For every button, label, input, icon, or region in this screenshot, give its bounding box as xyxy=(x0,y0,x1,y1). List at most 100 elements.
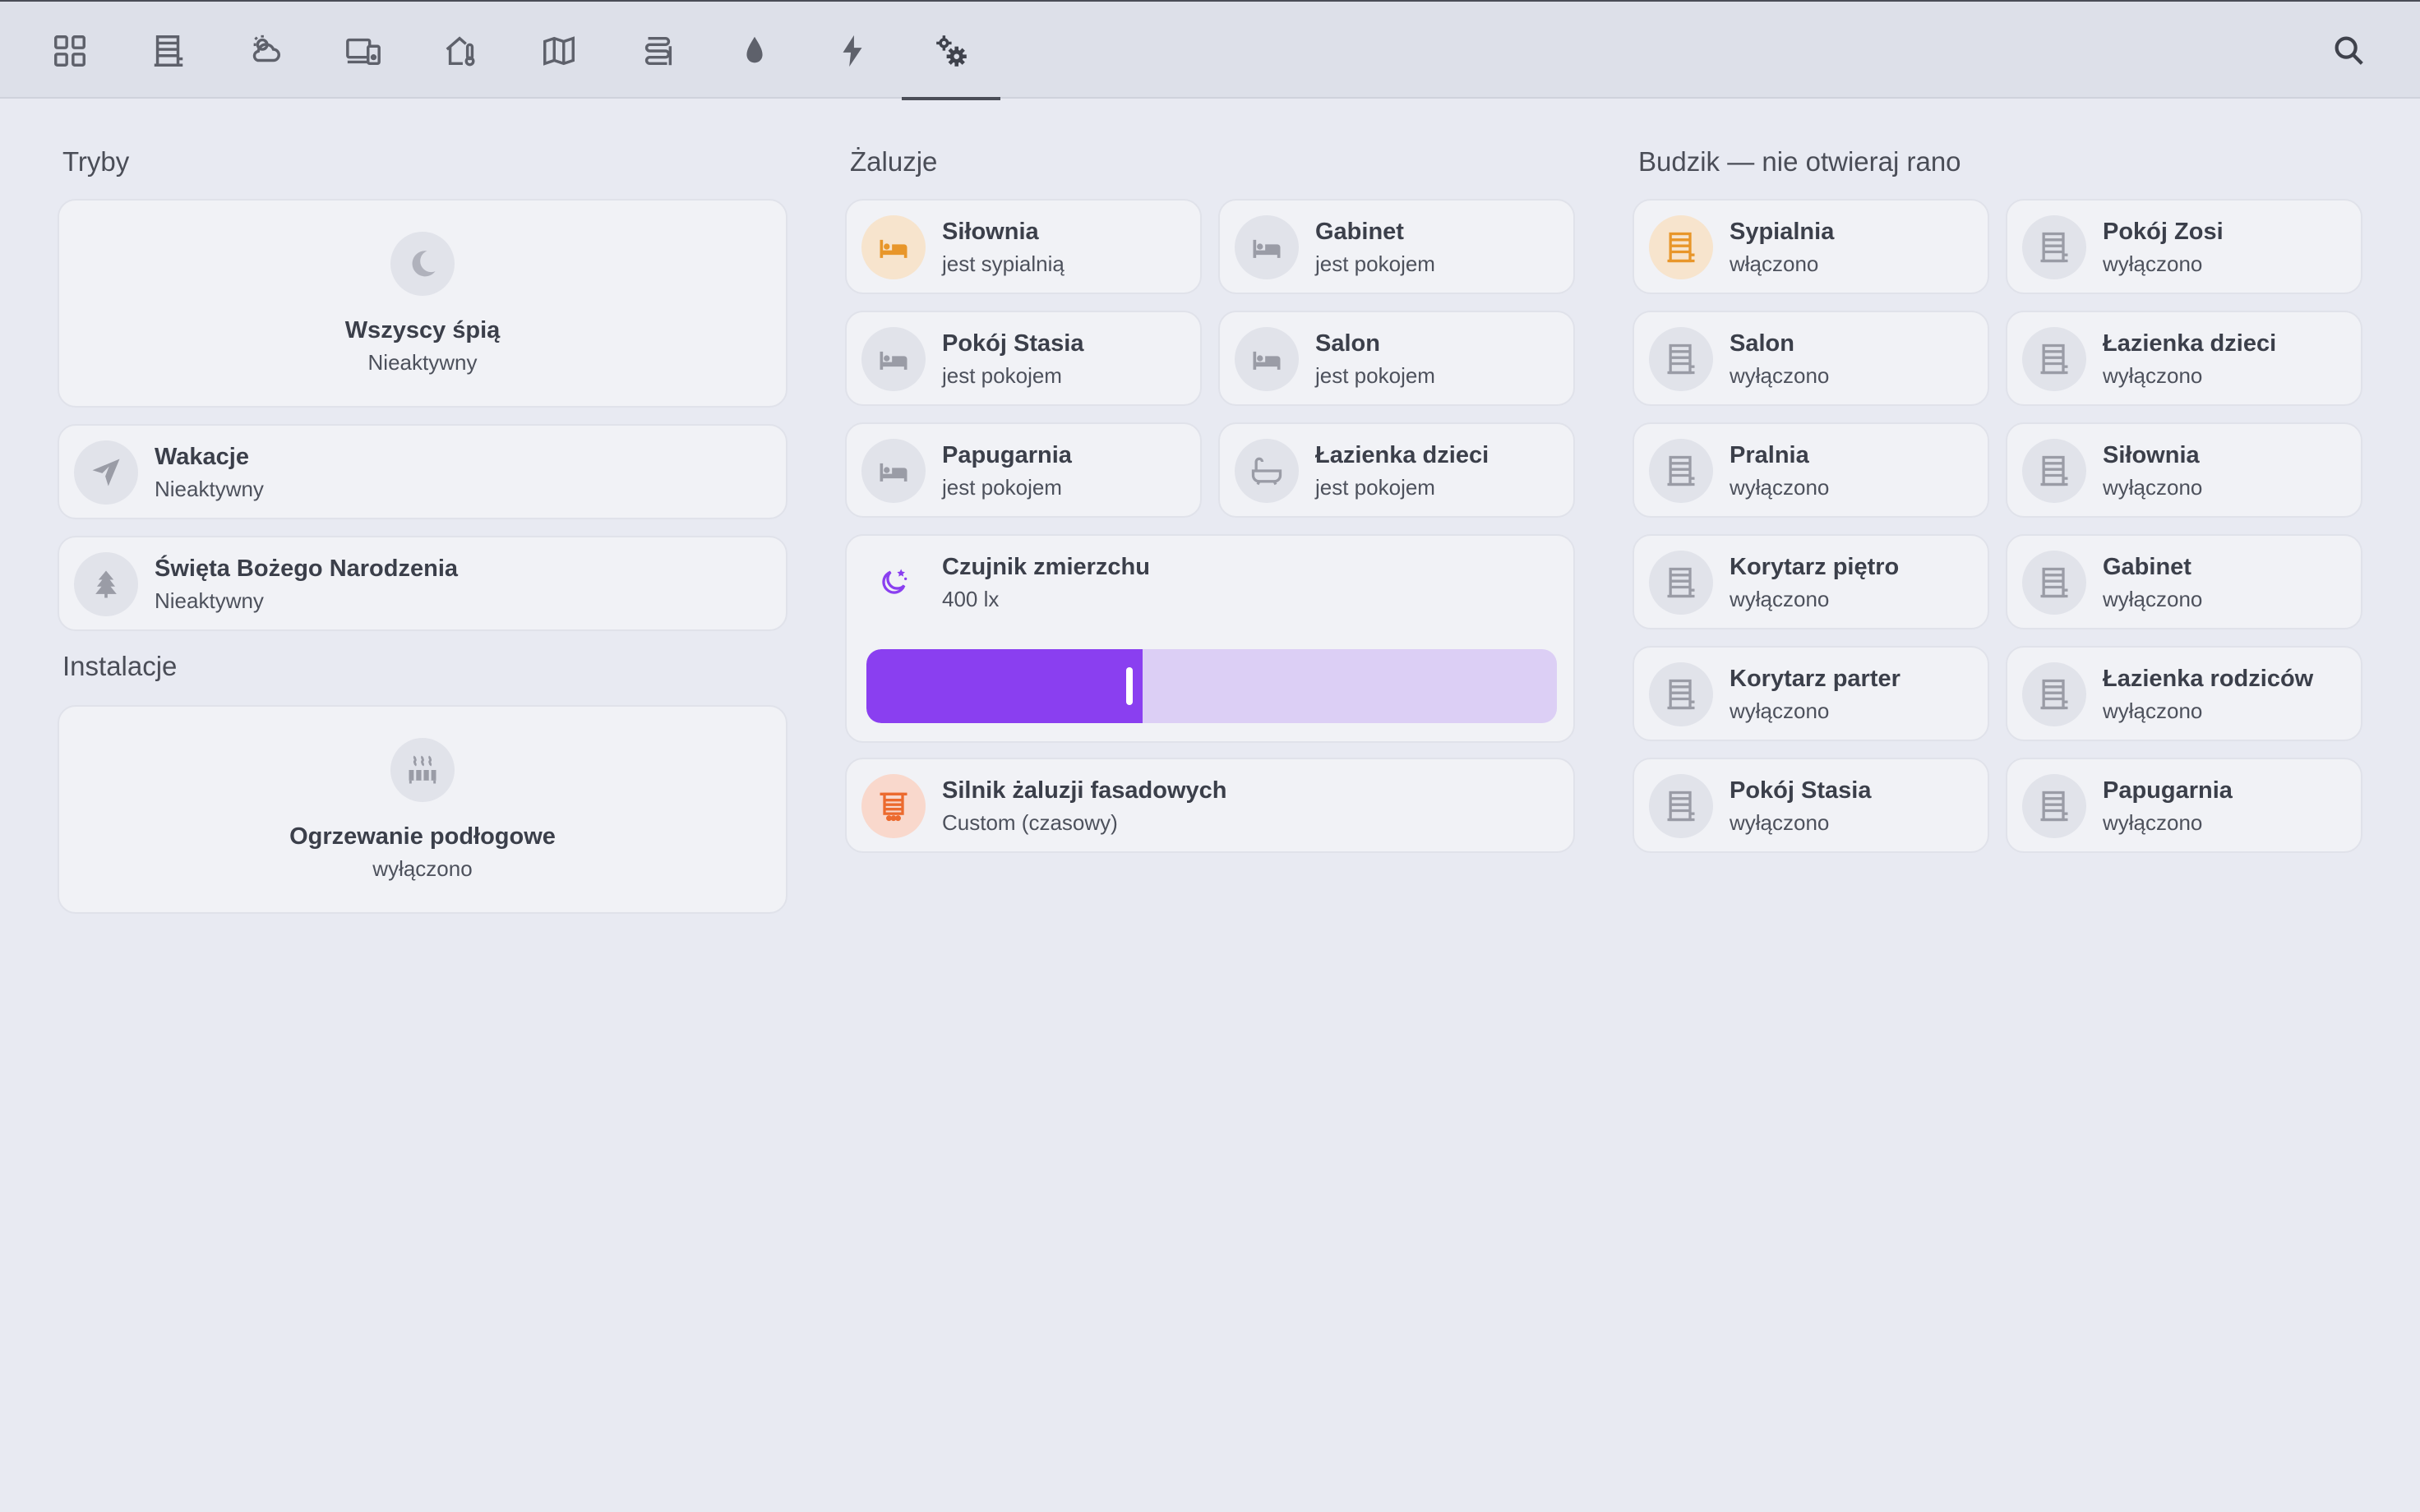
tile-state: wyłączono xyxy=(2103,698,2203,723)
tab-settings[interactable] xyxy=(902,3,1000,100)
blinds-icon-wrap xyxy=(861,327,926,391)
devices-icon xyxy=(346,38,381,66)
tile-state: jest sypialnią xyxy=(942,251,1065,276)
alarm-room-tile[interactable]: Korytarz piętro wyłączono xyxy=(1633,534,1989,629)
alarm-room-tile[interactable]: Sypialnia włączono xyxy=(1633,199,1989,294)
slider-handle[interactable] xyxy=(1126,667,1133,705)
tile-state: Nieaktywny xyxy=(155,477,264,501)
tile-state: wyłączono xyxy=(372,856,473,881)
alarm-icon-wrap xyxy=(1649,551,1713,615)
tile-name: Łazienka dzieci xyxy=(1315,442,1489,468)
mode-christmas-tile[interactable]: Święta Bożego Narodzenia Nieaktywny xyxy=(58,536,787,631)
moon-icon xyxy=(412,251,436,277)
alarm-room-tile[interactable]: Gabinet wyłączono xyxy=(2006,534,2362,629)
alarm-icon-wrap xyxy=(1649,215,1713,279)
blinds-tile[interactable]: Łazienka dzieci jest pokojem xyxy=(1218,422,1575,518)
tile-state: jest pokojem xyxy=(942,363,1062,388)
tab-water[interactable] xyxy=(705,3,804,99)
blinds-icon-wrap xyxy=(861,439,926,503)
tab-home-climate[interactable] xyxy=(412,3,510,99)
tab-map[interactable] xyxy=(510,3,608,99)
dusk-sensor-header[interactable]: Czujnik zmierzchu 400 lx xyxy=(847,536,1573,631)
tile-state: wyłączono xyxy=(1730,363,1830,388)
tile-state: wyłączono xyxy=(1730,698,1830,723)
tile-name: Wakacje xyxy=(155,444,249,470)
blinds-tile[interactable]: Siłownia jest sypialnią xyxy=(845,199,1202,294)
section-title-blinds: Żaluzje xyxy=(850,146,938,177)
alarm-icon-wrap xyxy=(2022,215,2086,279)
installation-icon-wrap xyxy=(390,738,455,802)
tile-name: Gabinet xyxy=(2103,554,2191,580)
tile-name: Silnik żaluzji fasadowych xyxy=(942,777,1227,804)
lightning-icon xyxy=(843,35,862,67)
alarm-room-tile[interactable]: Łazienka dzieci wyłączono xyxy=(2006,311,2362,406)
alarm-icon-wrap xyxy=(2022,439,2086,503)
moon-stars-icon xyxy=(882,569,908,594)
alarm-room-tile[interactable]: Siłownia wyłączono xyxy=(2006,422,2362,518)
blinds-open-icon xyxy=(2040,791,2068,822)
tile-name: Pokój Zosi xyxy=(2103,219,2224,245)
tile-name: Siłownia xyxy=(942,219,1039,245)
bathtub-icon xyxy=(1251,457,1282,486)
blinds-open-icon xyxy=(1667,791,1695,822)
blinds-tile[interactable]: Salon jest pokojem xyxy=(1218,311,1575,406)
blinds-icon-wrap xyxy=(861,215,926,279)
mode-all-sleep-tile[interactable]: Wszyscy śpią Nieaktywny xyxy=(58,199,787,408)
tab-weather[interactable] xyxy=(216,3,315,99)
tile-name: Łazienka dzieci xyxy=(2103,330,2277,357)
tile-state: wyłączono xyxy=(2103,251,2203,276)
blinds-icon-wrap xyxy=(1235,439,1299,503)
alarm-room-tile[interactable]: Łazienka rodziców wyłączono xyxy=(2006,646,2362,741)
tile-name: Sypialnia xyxy=(1730,219,1835,245)
tile-state: 400 lx xyxy=(942,587,1000,611)
alarm-room-tile[interactable]: Pokój Zosi wyłączono xyxy=(2006,199,2362,294)
tile-name: Pralnia xyxy=(1730,442,1809,468)
tab-building[interactable] xyxy=(119,3,218,99)
tab-devices[interactable] xyxy=(314,3,413,99)
alarm-icon-wrap xyxy=(2022,662,2086,726)
tile-name: Siłownia xyxy=(2103,442,2200,468)
blinds-icon-wrap xyxy=(1235,327,1299,391)
tile-name: Papugarnia xyxy=(942,442,1072,468)
blinds-icon-wrap xyxy=(1235,215,1299,279)
mode-vacation-tile[interactable]: Wakacje Nieaktywny xyxy=(58,424,787,519)
mode-icon-wrap xyxy=(74,440,138,505)
tile-state: wyłączono xyxy=(2103,810,2203,835)
alarm-icon-wrap xyxy=(1649,662,1713,726)
tab-energy[interactable] xyxy=(803,3,902,99)
alarm-room-tile[interactable]: Salon wyłączono xyxy=(1633,311,1989,406)
blinds-tile[interactable]: Pokój Stasia jest pokojem xyxy=(845,311,1202,406)
blinds-icon xyxy=(880,792,908,822)
tab-heating[interactable] xyxy=(608,3,707,99)
alarm-room-tile[interactable]: Korytarz parter wyłączono xyxy=(1633,646,1989,741)
tile-name: Pokój Stasia xyxy=(942,330,1084,357)
tile-state: jest pokojem xyxy=(1315,475,1435,500)
tab-overview[interactable] xyxy=(21,3,119,99)
tile-state: wyłączono xyxy=(1730,475,1830,500)
tile-state: Custom (czasowy) xyxy=(942,810,1118,835)
search-button[interactable] xyxy=(2316,18,2382,84)
blinds-tile[interactable]: Gabinet jest pokojem xyxy=(1218,199,1575,294)
tile-state: wyłączono xyxy=(1730,810,1830,835)
tile-name: Święta Bożego Narodzenia xyxy=(155,555,459,582)
alarm-room-tile[interactable]: Papugarnia wyłączono xyxy=(2006,758,2362,853)
home-thermometer-icon xyxy=(446,36,475,67)
pine-tree-icon xyxy=(95,570,117,598)
bed-icon xyxy=(1253,351,1281,370)
tile-name: Papugarnia xyxy=(2103,777,2233,804)
tile-state: wyłączono xyxy=(2103,363,2203,388)
radiator-icon xyxy=(409,755,436,784)
airplane-icon xyxy=(92,459,120,486)
alarm-icon-wrap xyxy=(2022,327,2086,391)
dusk-threshold-slider[interactable] xyxy=(866,649,1557,723)
facade-blinds-motor-tile[interactable]: Silnik żaluzji fasadowych Custom (czasow… xyxy=(845,758,1575,853)
alarm-icon-wrap xyxy=(1649,774,1713,838)
alarm-room-tile[interactable]: Pralnia wyłączono xyxy=(1633,422,1989,518)
tile-state: wyłączono xyxy=(2103,475,2203,500)
blinds-open-icon xyxy=(1667,343,1695,375)
floor-heating-tile[interactable]: Ogrzewanie podłogowe wyłączono xyxy=(58,705,787,914)
blinds-tile[interactable]: Papugarnia jest pokojem xyxy=(845,422,1202,518)
motor-icon-wrap xyxy=(861,774,926,838)
tile-state: wyłączono xyxy=(2103,587,2203,611)
alarm-room-tile[interactable]: Pokój Stasia wyłączono xyxy=(1633,758,1989,853)
